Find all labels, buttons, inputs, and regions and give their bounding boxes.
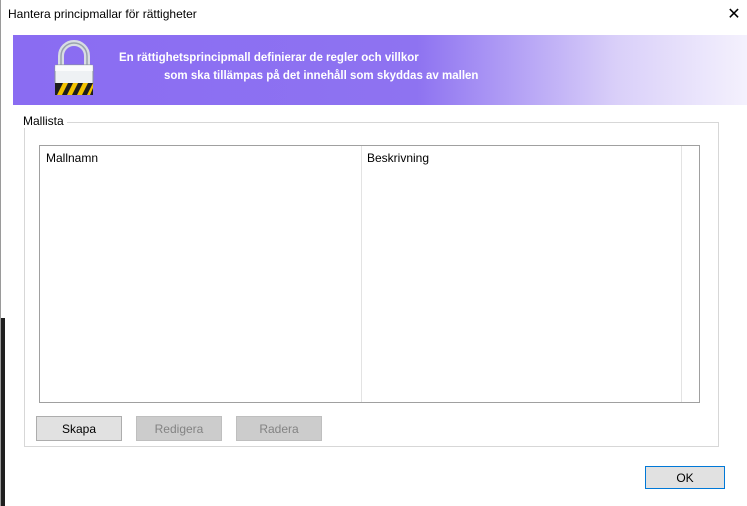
column-header-filler (681, 146, 699, 170)
background-edge (1, 318, 5, 506)
column-header-description[interactable]: Beskrivning (361, 146, 681, 170)
close-icon: ✕ (727, 5, 741, 23)
ok-button[interactable]: OK (645, 466, 725, 489)
banner-text-line1: En rättighetsprincipmall definierar de r… (119, 52, 419, 64)
column-divider[interactable] (361, 146, 362, 402)
banner-text-line2: som ska tillämpas på det innehåll som sk… (164, 70, 479, 82)
title-bar: Hantera principmallar för rättigheter ✕ (2, 0, 747, 27)
template-list-label: Mallista (20, 114, 67, 128)
dialog-window: Hantera principmallar för rättigheter ✕ … (0, 0, 747, 506)
delete-button[interactable]: Radera (236, 416, 322, 441)
info-banner: En rättighetsprincipmall definierar de r… (13, 35, 747, 105)
create-button[interactable]: Skapa (36, 416, 122, 441)
close-button[interactable]: ✕ (720, 0, 747, 27)
template-list-view[interactable]: Mallnamn Beskrivning (39, 145, 700, 403)
padlock-icon (54, 40, 94, 95)
column-divider[interactable] (681, 146, 682, 402)
column-header-template-name[interactable]: Mallnamn (40, 146, 361, 170)
edit-button[interactable]: Redigera (136, 416, 222, 441)
window-title: Hantera principmallar för rättigheter (8, 7, 197, 21)
